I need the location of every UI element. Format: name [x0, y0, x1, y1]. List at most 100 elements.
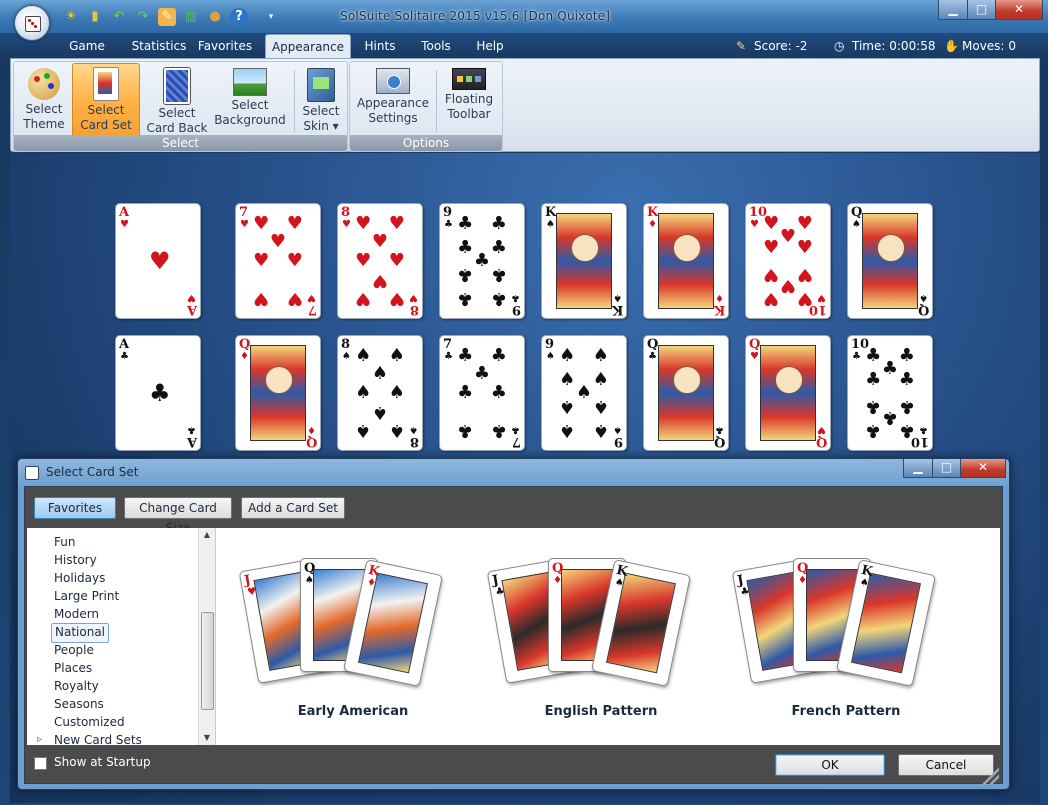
maximize-button[interactable]: □	[967, 0, 996, 20]
close-button[interactable]: ✕	[995, 0, 1043, 20]
category-scrollbar[interactable]: ▲ ▼	[198, 528, 215, 745]
menu-tabs: Game Statistics Favorites Appearance Hin…	[10, 34, 1040, 60]
card-set-name: Early American	[297, 704, 409, 719]
card-rank: 9	[511, 302, 521, 317]
suit-pip: ♠	[355, 382, 372, 403]
suit-pip: ♥	[253, 288, 270, 310]
favorites-button[interactable]: Favorites	[34, 497, 116, 519]
change-card-size-button[interactable]: Change Card Size	[124, 497, 232, 535]
app-menu-orb[interactable]	[14, 5, 50, 41]
card-rank: 9	[443, 205, 453, 220]
dialog-close-button[interactable]: ✕	[960, 459, 1006, 478]
tab-tools[interactable]: Tools	[414, 34, 458, 58]
scroll-down-icon[interactable]: ▼	[199, 731, 215, 745]
playing-card[interactable]: A ♣ A ♣ ♣	[115, 335, 201, 451]
playing-card[interactable]: 10 ♥ 10 ♥ ♥ ♥ ♥ ♥ ♥ ♥ ♥ ♥ ♥ ♥	[745, 203, 831, 319]
suit-pip: ♠	[388, 420, 405, 442]
cancel-button[interactable]: Cancel	[898, 754, 994, 776]
playing-card[interactable]: 9 ♠ 9 ♠ ♠ ♠ ♠ ♠ ♠ ♠ ♠ ♠ ♠	[541, 335, 627, 451]
playing-card[interactable]: Q ♦ Q ♦	[235, 335, 321, 451]
playing-card[interactable]: K ♦ K ♦	[643, 203, 729, 319]
select-theme-button[interactable]: Select Theme	[16, 65, 72, 133]
redo-icon[interactable]: ↷	[134, 8, 152, 26]
category-item[interactable]: National	[51, 623, 110, 643]
card-rank: Q	[749, 337, 761, 352]
suit-pip: ♣	[457, 212, 474, 234]
select-background-button[interactable]: Select Background	[210, 65, 290, 133]
tab-hints[interactable]: Hints	[360, 34, 400, 58]
show-at-startup-checkbox[interactable]	[34, 757, 47, 770]
card-set-option[interactable]: J ♥ Q ♠ K ♦ Early American	[238, 558, 468, 738]
tab-help[interactable]: Help	[470, 34, 510, 58]
card-rank: 7	[443, 337, 453, 352]
suit-pip: ♥	[763, 212, 780, 234]
floating-toolbar-button[interactable]: Floating Toolbar	[440, 65, 498, 133]
scroll-thumb[interactable]	[201, 612, 214, 710]
ribbon-separator	[436, 70, 437, 132]
card-rank: 7	[239, 205, 249, 220]
category-item[interactable]: Places	[51, 659, 95, 677]
category-item[interactable]: Modern	[51, 605, 102, 623]
category-item[interactable]: People	[51, 641, 97, 659]
card-set-option[interactable]: J ♣ Q ♦ K ♠ French Pattern	[731, 558, 961, 738]
minimize-button[interactable]: ▁	[938, 0, 968, 20]
category-item[interactable]: Large Print	[51, 587, 122, 605]
playing-card[interactable]: K ♠ K ♠	[541, 203, 627, 319]
suit-pip: ♥	[286, 212, 303, 234]
playing-card[interactable]: 7 ♥ 7 ♥ ♥ ♥ ♥ ♥ ♥ ♥ ♥	[235, 203, 321, 319]
dialog-maximize-button[interactable]: □	[932, 459, 961, 478]
court-card-art	[862, 213, 918, 309]
palette-icon[interactable]: ●	[206, 8, 224, 26]
category-item[interactable]: History	[51, 551, 100, 569]
expand-arrow-icon[interactable]: ▹	[37, 731, 42, 745]
card-suit: ♠	[409, 424, 418, 435]
suit-pip: ♠	[592, 420, 609, 442]
hint-icon[interactable]: ✎	[158, 8, 176, 26]
tab-favorites[interactable]: Favorites	[196, 34, 254, 58]
card-rank: Q	[851, 205, 863, 220]
suit-pip: ♣	[881, 406, 899, 428]
select-card-set-button[interactable]: Select Card Set	[72, 63, 140, 137]
suit-pip: ♥	[269, 231, 287, 253]
category-item[interactable]: Fun	[51, 533, 78, 551]
suit-pip: ♣	[490, 263, 507, 285]
playing-card[interactable]: 7 ♣ 7 ♣ ♣ ♣ ♣ ♣ ♣ ♣ ♣	[439, 335, 525, 451]
tab-game[interactable]: Game	[62, 34, 112, 58]
card-set-preview: J ♥ Q ♠ K ♦ Early American J ♣ Q ♦ K ♠ English Patter…	[216, 528, 1000, 745]
ok-button[interactable]: OK	[775, 754, 885, 776]
statistics-icon[interactable]: ▥	[182, 8, 200, 26]
select-skin-button[interactable]: Select Skin ▾	[298, 65, 344, 133]
help-icon[interactable]: ?	[230, 8, 248, 26]
sun-icon[interactable]: ☀	[62, 8, 80, 26]
customize-qat-icon[interactable]: ▾	[262, 8, 280, 26]
dialog-minimize-button[interactable]: ▁	[903, 459, 933, 478]
card-back-icon	[164, 68, 190, 104]
undo-icon[interactable]: ↶	[110, 8, 128, 26]
playing-card[interactable]: 8 ♠ 8 ♠ ♠ ♠ ♠ ♠ ♠ ♠ ♠ ♠	[337, 335, 423, 451]
moves-value: 0	[1008, 39, 1016, 53]
card-deck-icon[interactable]: ▮	[86, 8, 104, 26]
tab-statistics[interactable]: Statistics	[120, 34, 198, 58]
category-item[interactable]: Royalty	[51, 677, 102, 695]
playing-card[interactable]: Q ♥ Q ♥	[745, 335, 831, 451]
resize-grip-icon[interactable]	[981, 767, 999, 785]
category-item[interactable]: Seasons	[51, 695, 107, 713]
card-suit: ♦	[240, 351, 249, 362]
select-card-back-button[interactable]: Select Card Back	[146, 65, 208, 135]
category-item[interactable]: Holidays	[51, 569, 108, 587]
court-card-art	[556, 213, 612, 309]
category-item[interactable]: New Card Sets	[51, 731, 145, 745]
category-item[interactable]: Customized	[51, 713, 128, 731]
scroll-up-icon[interactable]: ▲	[199, 528, 215, 542]
tab-appearance[interactable]: Appearance	[265, 34, 351, 60]
playing-card[interactable]: 9 ♣ 9 ♣ ♣ ♣ ♣ ♣ ♣ ♣ ♣ ♣ ♣	[439, 203, 525, 319]
appearance-settings-button[interactable]: Appearance Settings	[354, 65, 432, 133]
playing-card[interactable]: Q ♠ Q ♠	[847, 203, 933, 319]
playing-card[interactable]: Q ♣ Q ♣	[643, 335, 729, 451]
card-suit: ♣	[511, 424, 520, 435]
playing-card[interactable]: A ♥ A ♥ ♥	[115, 203, 201, 319]
playing-card[interactable]: 8 ♥ 8 ♥ ♥ ♥ ♥ ♥ ♥ ♥ ♥ ♥	[337, 203, 423, 319]
add-card-set-button[interactable]: Add a Card Set	[241, 497, 345, 519]
card-set-option[interactable]: J ♣ Q ♦ K ♠ English Pattern	[486, 558, 716, 738]
playing-card[interactable]: 10 ♣ 10 ♣ ♣ ♣ ♣ ♣ ♣ ♣ ♣ ♣ ♣ ♣	[847, 335, 933, 451]
